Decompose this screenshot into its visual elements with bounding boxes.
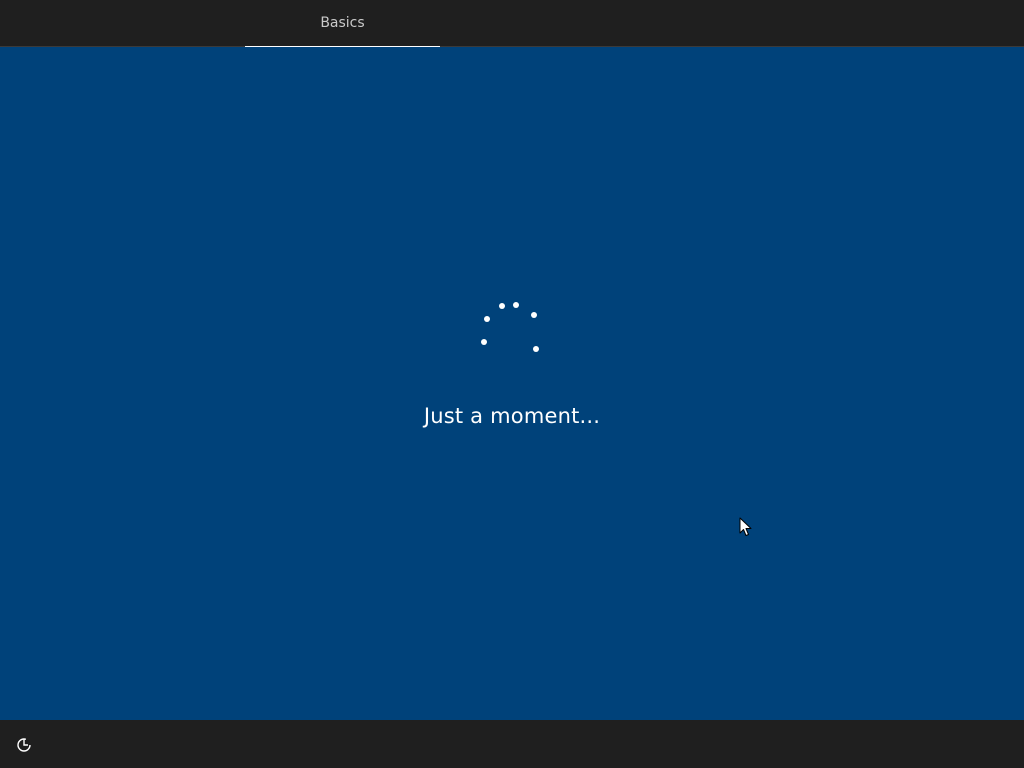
- loading-spinner: [478, 298, 542, 356]
- tab-basics-label: Basics: [320, 15, 365, 31]
- spinner-dot: [484, 316, 490, 322]
- top-navigation-bar: Basics: [0, 0, 1024, 48]
- mouse-pointer-icon: [739, 517, 752, 536]
- spinner-dot: [499, 303, 505, 309]
- bottom-bar: [0, 720, 1024, 768]
- spinner-dot: [531, 312, 537, 318]
- spinner-dot: [481, 339, 487, 345]
- tab-basics[interactable]: Basics: [245, 0, 440, 48]
- spinner-dot: [533, 346, 539, 352]
- ease-of-access-icon: [17, 738, 31, 752]
- spinner-dot: [513, 302, 519, 308]
- ease-of-access-button[interactable]: [10, 734, 38, 756]
- setup-content-area: [0, 47, 1024, 720]
- status-message: Just a moment...: [423, 404, 601, 428]
